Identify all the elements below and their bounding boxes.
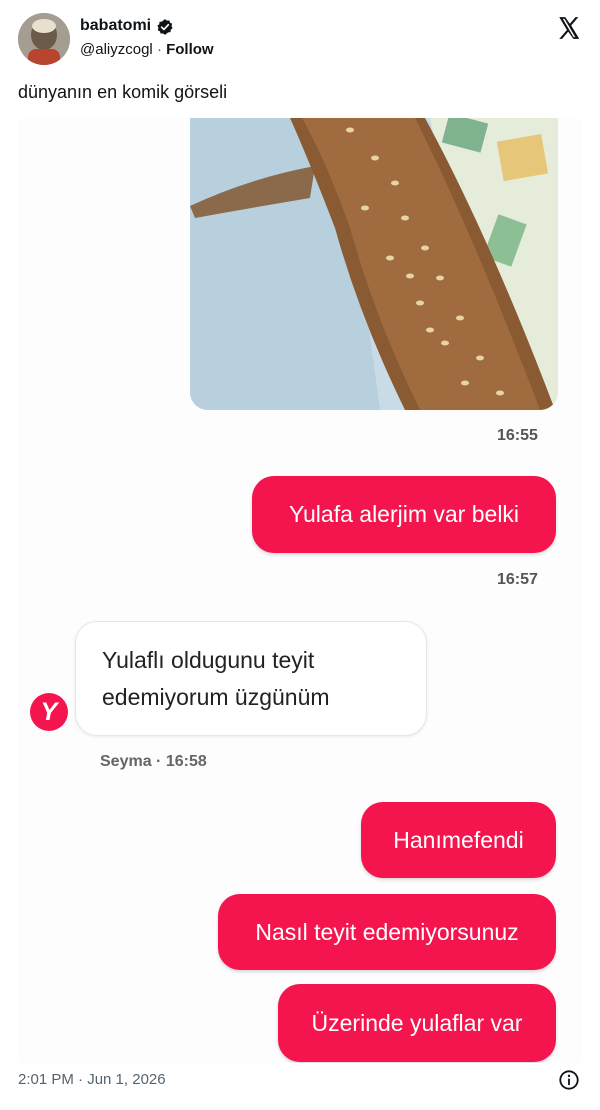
- tweet-media[interactable]: 16:55 Yulafa alerjim var belki 16:57 Yul…: [18, 118, 582, 1063]
- message-text: Üzerinde yulaflar var: [311, 1009, 523, 1036]
- author-handle[interactable]: @aliyzcogl: [80, 41, 153, 58]
- message-time: 16:57: [497, 571, 538, 588]
- chat-app-logo-icon: Y: [30, 693, 68, 731]
- tweet-header: babatomi @aliyzcogl · Follow: [0, 0, 600, 70]
- sent-message[interactable]: Hanımefendi: [361, 802, 556, 878]
- x-logo-icon[interactable]: [556, 15, 582, 41]
- message-text: Hanımefendi: [393, 826, 524, 853]
- sender-meta: Seyma · 16:58: [100, 753, 207, 770]
- sent-message[interactable]: Nasıl teyit edemiyorsunuz: [218, 894, 556, 970]
- received-message[interactable]: Yulaflı oldugunu teyit edemiyorum üzgünü…: [75, 621, 427, 736]
- message-time: 16:55: [497, 427, 538, 444]
- tweet-timestamp[interactable]: 2:01 PM · Jun 1, 2026: [18, 1071, 166, 1088]
- follow-button[interactable]: Follow: [166, 41, 214, 58]
- author-name[interactable]: babatomi: [80, 17, 151, 35]
- author-handle-row: @aliyzcogl · Follow: [80, 41, 214, 58]
- message-text-line: edemiyorum üzgünüm: [102, 684, 330, 710]
- info-icon[interactable]: [558, 1069, 580, 1091]
- sent-message[interactable]: Yulafa alerjim var belki: [252, 476, 556, 553]
- sent-message[interactable]: Üzerinde yulaflar var: [278, 984, 556, 1062]
- message-text: Nasıl teyit edemiyorsunuz: [255, 918, 519, 945]
- message-text-line: Yulaflı oldugunu teyit: [102, 647, 315, 673]
- separator: ·: [156, 41, 162, 58]
- message-text: Yulafa alerjim var belki: [288, 501, 520, 527]
- tweet-text: dünyanın en komik görseli: [18, 82, 228, 102]
- bread-photo[interactable]: [190, 118, 558, 410]
- author-avatar[interactable]: [18, 13, 70, 65]
- verified-badge-icon: [157, 19, 173, 35]
